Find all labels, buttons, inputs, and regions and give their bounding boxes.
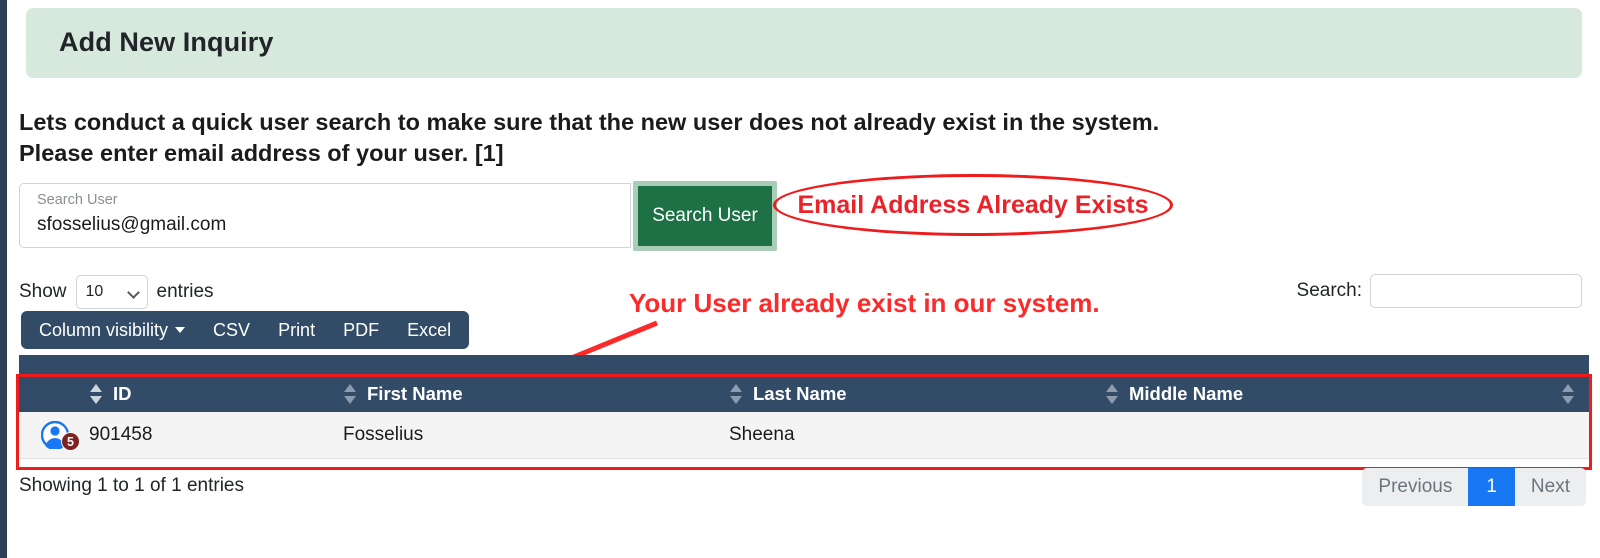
sort-icon[interactable] (1561, 383, 1575, 404)
datatable-search-label: Search: (1296, 280, 1362, 301)
arrow-annotation-text: Your User already exist in our system. (629, 288, 1100, 318)
instructions-line-1: Lets conduct a quick user search to make… (19, 109, 1160, 135)
pagination-previous[interactable]: Previous (1362, 468, 1469, 506)
column-header-first-name-label: First Name (367, 382, 463, 404)
table-row[interactable]: 5 901458 Fosselius Sheena (19, 412, 1589, 459)
column-header-last-name[interactable]: Last Name (729, 375, 1105, 412)
datatable-search-control: Search: (1297, 274, 1582, 308)
column-header-middle-name[interactable]: Middle Name (1105, 375, 1589, 412)
excel-export-button[interactable]: Excel (393, 311, 465, 349)
row-cell-last-name: Sheena (729, 424, 795, 445)
search-user-button-focus-ring: Search User (633, 181, 777, 251)
print-button[interactable]: Print (264, 311, 329, 349)
table-header-row: ID First Name Last Name Middle Name (19, 375, 1589, 412)
instructions-line-2: Please enter email address of your user.… (19, 140, 504, 166)
export-button-group: Column visibility CSV Print PDF Excel (21, 311, 470, 349)
pdf-export-button[interactable]: PDF (329, 311, 393, 349)
instructions-text: Lets conduct a quick user search to make… (19, 107, 1419, 169)
datatable-search-input[interactable] (1370, 274, 1582, 308)
ellipse-annotation-text: Email Address Already Exists (797, 190, 1149, 219)
ellipse-annotation: Email Address Already Exists (773, 174, 1173, 236)
page-content: Add New Inquiry Lets conduct a quick use… (7, 0, 1600, 558)
column-visibility-label: Column visibility (39, 319, 169, 340)
sort-icon[interactable] (89, 383, 103, 404)
caret-down-icon (175, 327, 186, 333)
page-header-banner: Add New Inquiry (26, 8, 1582, 78)
show-entries-control: Show 10 entries (19, 275, 214, 309)
column-header-id-label: ID (113, 382, 132, 404)
page-length-select[interactable]: 10 (75, 275, 148, 309)
column-header-last-name-label: Last Name (753, 382, 847, 404)
search-user-floating-label: Search User (37, 192, 118, 208)
results-table: ID First Name Last Name Middle Name 5 90… (19, 355, 1589, 459)
sort-icon[interactable] (1105, 383, 1119, 404)
search-user-button[interactable]: Search User (638, 186, 772, 246)
entries-label: entries (156, 281, 214, 302)
csv-export-button[interactable]: CSV (199, 311, 264, 349)
page-length-value: 10 (85, 283, 104, 300)
row-cell-middle-name (1105, 412, 1589, 459)
show-label: Show (19, 281, 67, 302)
left-sidebar-edge (0, 0, 7, 558)
showing-entries-info: Showing 1 to 1 of 1 entries (19, 475, 244, 496)
column-header-first-name[interactable]: First Name (343, 375, 729, 412)
search-user-input[interactable]: Search User sfosselius@gmail.com (19, 183, 631, 248)
sort-icon[interactable] (729, 383, 743, 404)
column-header-middle-name-label: Middle Name (1129, 382, 1244, 404)
column-visibility-button[interactable]: Column visibility (25, 311, 199, 349)
pagination: Previous 1 Next (1362, 468, 1586, 506)
page-title: Add New Inquiry (59, 27, 274, 57)
table-top-strip (19, 355, 1589, 375)
row-badge-count: 5 (61, 432, 80, 451)
column-header-id[interactable]: ID (89, 375, 343, 412)
pagination-page-1[interactable]: 1 (1468, 468, 1515, 506)
row-cell-first-name: Fosselius (343, 424, 424, 445)
row-avatar-cell[interactable]: 5 (19, 412, 89, 459)
search-user-value: sfosselius@gmail.com (37, 214, 227, 235)
search-user-group: Search User sfosselius@gmail.com Search … (19, 181, 777, 251)
pagination-next[interactable]: Next (1514, 468, 1586, 506)
sort-icon[interactable] (343, 383, 357, 404)
row-cell-id: 901458 (89, 424, 153, 445)
user-avatar-icon[interactable]: 5 (40, 420, 80, 451)
chevron-down-icon (126, 286, 140, 299)
